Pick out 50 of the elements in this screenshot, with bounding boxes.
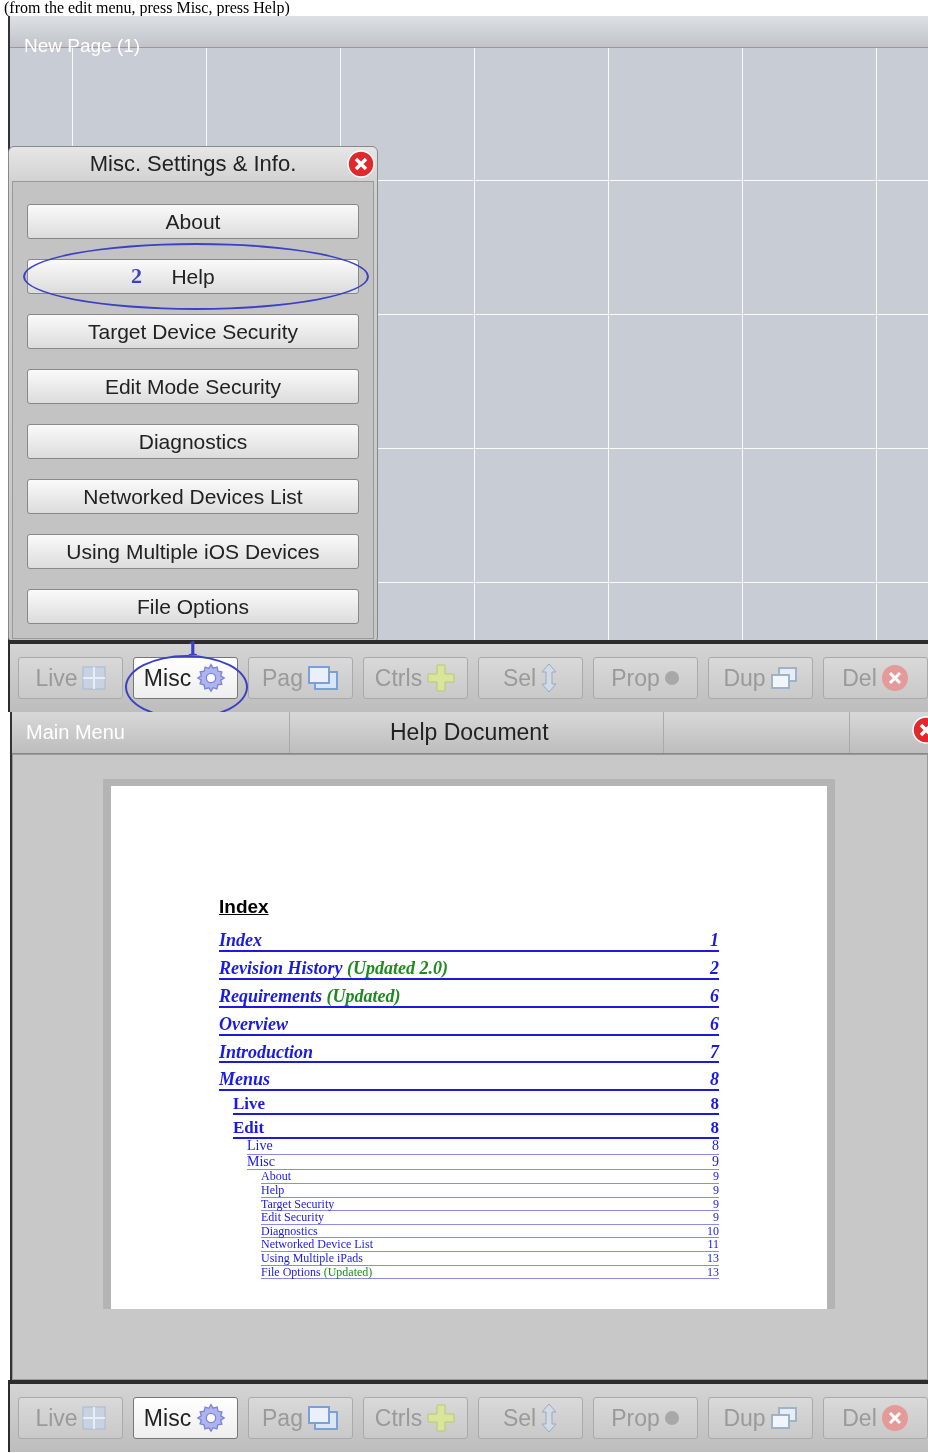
menu-button[interactable]: File Options [27,589,359,624]
popup-title: Misc. Settings & Info. [89,151,297,177]
vertical-arrow-icon [540,1403,559,1433]
menu-button[interactable]: About [27,204,359,239]
index-link[interactable]: Edit 8 [233,1119,719,1140]
index-link[interactable]: Requirements (Updated) 6 [219,986,719,1008]
index-link[interactable]: About 9 [261,1170,719,1184]
index-link[interactable]: Overview 6 [219,1014,719,1036]
index-link[interactable]: Revision History (Updated 2.0) 2 [219,958,719,980]
toolbar-button[interactable]: Misc [133,1397,238,1439]
close-icon [880,1404,909,1432]
close-icon [880,664,909,692]
gear-icon [195,662,228,694]
index-link[interactable]: Using Multiple iPads 13 [261,1251,719,1266]
page-title: New Page (1) [24,35,141,57]
gear-icon [195,1402,228,1434]
dot-icon [663,1410,680,1426]
index-link[interactable]: Networked Device List 11 [261,1238,719,1252]
menu-button[interactable]: Networked Devices List [27,479,359,514]
plus-icon [426,1403,457,1433]
index-heading: Index [219,896,270,918]
grid-icon [81,1406,106,1430]
index-link[interactable]: Index 1 [219,931,719,952]
dot-icon [663,670,680,686]
index-link[interactable]: Target Security 9 [261,1197,719,1212]
window-title: Help Document [390,719,549,746]
index-link[interactable]: Help 9 [261,1184,719,1198]
copy-icon [769,1406,798,1430]
plus-icon [426,663,457,693]
vertical-arrow-icon [540,663,559,693]
copy-icon [769,666,798,690]
index-link[interactable]: Introduction 7 [219,1042,719,1064]
index-link[interactable]: Menus 8 [219,1070,719,1092]
index-link[interactable]: Misc 9 [247,1154,719,1171]
index-link[interactable]: Diagnostics 10 [261,1224,719,1239]
menu-button[interactable]: Using Multiple iOS Devices [27,534,359,569]
menu-button[interactable]: Edit Mode Security [27,369,359,404]
menu-button[interactable]: Diagnostics [27,424,359,459]
index-link[interactable]: File Options (Updated) 13 [261,1265,719,1280]
index-link[interactable]: Live 8 [247,1139,719,1155]
toolbar-button[interactable]: Misc [133,657,238,699]
index-link[interactable]: Live 8 [233,1095,719,1116]
menu-button[interactable]: Target Device Security [27,314,359,349]
index-link[interactable]: Edit Security 9 [261,1211,719,1225]
grid-icon [81,666,106,690]
windows-icon [306,665,339,691]
callout-number: 2 [131,265,142,287]
close-button[interactable] [347,150,375,178]
windows-icon [306,1405,339,1431]
caption-text: (from the edit menu, press Misc, press Help) [3,0,290,16]
